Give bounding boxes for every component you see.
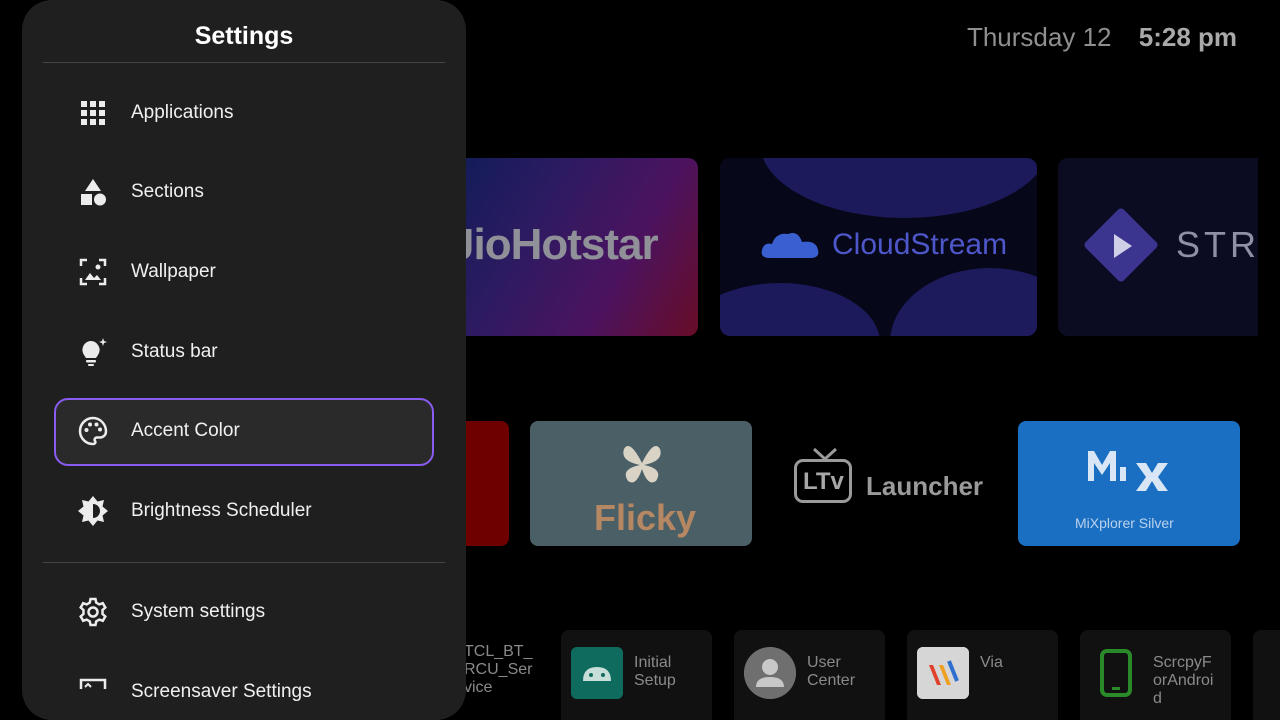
decor-blob bbox=[760, 158, 1037, 218]
banner-label: JioHotstar bbox=[450, 220, 659, 269]
app-label: Initial Setup bbox=[634, 654, 676, 689]
settings-item-sections[interactable]: Sections bbox=[54, 159, 434, 227]
phone-icon bbox=[1100, 649, 1132, 697]
settings-panel: Settings Applications Sections Wallpaper bbox=[22, 0, 466, 720]
clock: Thursday 12 5:28 pm bbox=[967, 22, 1237, 53]
app-initial-setup[interactable]: Initial Setup bbox=[561, 630, 712, 720]
settings-item-screensaver-settings[interactable]: Screensaver Settings bbox=[54, 659, 434, 720]
settings-item-label: Sections bbox=[131, 181, 204, 202]
shapes-icon bbox=[81, 179, 106, 206]
settings-item-label: Applications bbox=[131, 102, 234, 123]
settings-item-wallpaper[interactable]: Wallpaper bbox=[54, 239, 434, 307]
screensaver-icon bbox=[79, 678, 107, 689]
divider bbox=[43, 562, 445, 563]
settings-item-label: Screensaver Settings bbox=[131, 681, 312, 702]
user-avatar-icon bbox=[744, 647, 796, 699]
palette-icon bbox=[78, 416, 108, 446]
lightbulb-icon bbox=[82, 338, 107, 366]
tile-badge: LTv bbox=[803, 468, 844, 495]
tile-label: MiXplorer Silver bbox=[1075, 515, 1174, 531]
app-partial[interactable] bbox=[1253, 630, 1280, 720]
settings-item-label: Wallpaper bbox=[131, 261, 216, 282]
wallpaper-icon bbox=[79, 258, 107, 286]
settings-item-accent-color[interactable]: Accent Color bbox=[54, 398, 434, 466]
settings-item-label: Brightness Scheduler bbox=[131, 500, 312, 521]
settings-item-system-settings[interactable]: System settings bbox=[54, 579, 434, 647]
app-label: ScrcpyF orAndroi d bbox=[1153, 654, 1214, 707]
app-label: Via bbox=[980, 654, 1003, 671]
gear-icon bbox=[79, 597, 107, 627]
settings-item-brightness-scheduler[interactable]: Brightness Scheduler bbox=[54, 478, 434, 546]
cloud-icon bbox=[761, 233, 819, 258]
clock-time: 5:28 pm bbox=[1138, 22, 1237, 52]
app-scrcpy-for-android[interactable]: ScrcpyF orAndroi d bbox=[1080, 630, 1231, 720]
ltv-logo-icon: LTv bbox=[794, 459, 852, 503]
banner-cloudstream[interactable]: CloudStream bbox=[720, 158, 1037, 336]
decor-blob bbox=[890, 268, 1037, 336]
mixplorer-logo-icon bbox=[1088, 451, 1168, 491]
divider bbox=[43, 62, 445, 63]
android-icon bbox=[571, 647, 623, 699]
decor-blob bbox=[720, 283, 880, 336]
panel-title: Settings bbox=[194, 22, 294, 50]
settings-item-label: System settings bbox=[131, 601, 266, 622]
butterfly-icon bbox=[623, 446, 661, 483]
app-via[interactable]: Via bbox=[907, 630, 1058, 720]
app-tile-ltv-launcher[interactable]: LTv Launcher bbox=[772, 421, 994, 546]
settings-item-applications[interactable]: Applications bbox=[54, 80, 434, 148]
via-icon bbox=[917, 647, 969, 699]
brightness-icon bbox=[78, 496, 108, 526]
apps-grid-icon bbox=[81, 101, 105, 125]
banner-stremio[interactable]: STRE bbox=[1058, 158, 1258, 336]
tile-label: Launcher bbox=[866, 471, 984, 501]
app-label: User Center bbox=[807, 654, 856, 689]
app-tile-flicky[interactable]: Flicky bbox=[530, 421, 752, 546]
settings-item-label: Accent Color bbox=[131, 420, 240, 441]
settings-item-label: Status bar bbox=[131, 341, 218, 362]
app-label: TCL_BT_ RCU_Ser vice bbox=[464, 643, 533, 696]
settings-item-status-bar[interactable]: Status bar bbox=[54, 319, 434, 387]
banner-label: CloudStream bbox=[832, 228, 1008, 261]
banner-label: STRE bbox=[1176, 224, 1258, 265]
clock-day: Thursday 12 bbox=[966, 22, 1112, 52]
app-user-center[interactable]: User Center bbox=[734, 630, 885, 720]
tile-label: Flicky bbox=[594, 497, 697, 538]
play-icon bbox=[1114, 234, 1132, 258]
app-tile-mixplorer[interactable]: MiXplorer Silver bbox=[1018, 421, 1240, 546]
